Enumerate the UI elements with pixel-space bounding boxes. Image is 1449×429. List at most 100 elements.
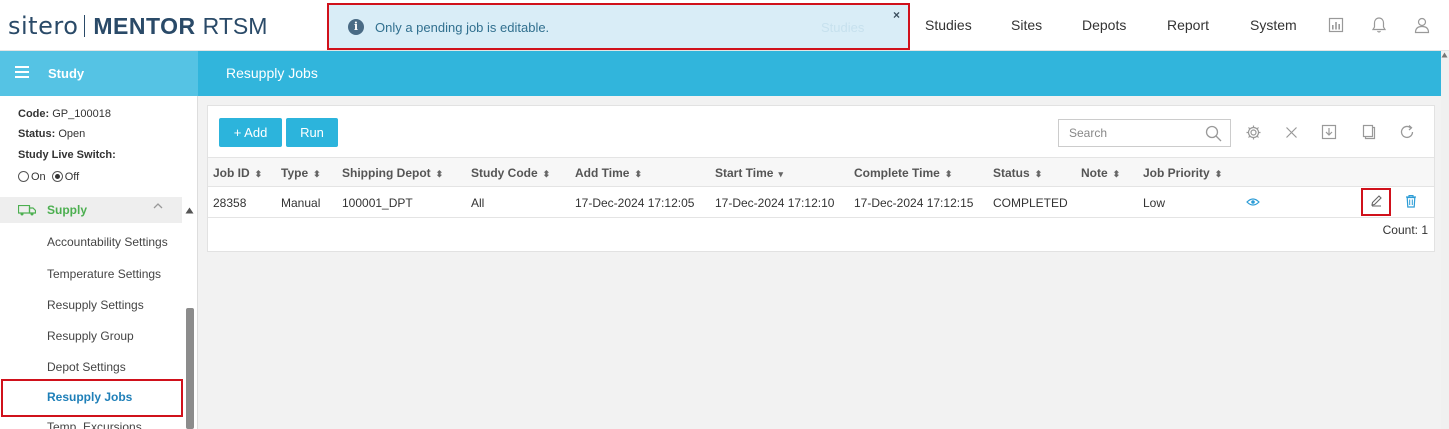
toast-message: Only a pending job is editable. <box>375 20 550 35</box>
sidebar-section-supply[interactable]: Supply <box>0 197 182 223</box>
brand-logo[interactable]: sitero MENTOR RTSM <box>8 12 267 40</box>
cell-job-priority: Low <box>1143 196 1166 210</box>
info-icon: i <box>348 19 364 35</box>
column-header-job-priority[interactable]: Job Priority ⬍ <box>1143 166 1222 180</box>
sort-icon: ⬍ <box>1214 169 1223 179</box>
page-title: Resupply Jobs <box>226 65 318 81</box>
cell-status: COMPLETED <box>993 196 1068 210</box>
scroll-up-arrow-icon[interactable] <box>185 206 194 216</box>
sort-icon: ⬍ <box>1034 169 1043 179</box>
logo-divider <box>84 15 86 37</box>
column-header-shipping-depot[interactable]: Shipping Depot ⬍ <box>342 166 443 180</box>
bell-icon[interactable] <box>1369 15 1389 35</box>
nav-sites[interactable]: Sites <box>1011 17 1042 33</box>
toast-ghost-text: Studies <box>821 20 865 35</box>
sidebar-scrollbar[interactable] <box>186 308 194 429</box>
radio-off-label: Off <box>64 171 80 183</box>
cell-type: Manual <box>281 196 321 210</box>
download-icon[interactable] <box>1320 123 1338 141</box>
sort-icon: ⬍ <box>254 169 263 179</box>
table-row[interactable]: 28358 Manual 100001_DPT All 17-Dec-2024 … <box>208 187 1434 218</box>
toast-close-button[interactable]: × <box>893 8 900 22</box>
search-icon[interactable] <box>1205 125 1222 145</box>
study-code: Code: GP_100018 <box>18 108 111 120</box>
brand-sitero: sitero <box>8 12 79 40</box>
column-header-start-time[interactable]: Start Time ▾ <box>715 166 783 180</box>
add-button[interactable]: + Add <box>219 118 282 147</box>
chevron-up-icon <box>153 202 163 213</box>
cell-complete-time: 17-Dec-2024 17:12:15 <box>854 196 974 210</box>
edit-button[interactable] <box>1361 188 1391 216</box>
search-box <box>1058 119 1231 147</box>
search-input[interactable] <box>1059 120 1199 146</box>
column-header-status[interactable]: Status ⬍ <box>993 166 1042 180</box>
nav-studies[interactable]: Studies <box>925 17 972 33</box>
study-live-switch-label: Study Live Switch: <box>18 149 116 161</box>
brand-mentor: MENTOR <box>93 12 196 39</box>
sort-icon: ⬍ <box>944 169 953 179</box>
cell-start-time: 17-Dec-2024 17:12:10 <box>715 196 835 210</box>
sidebar-item-resupply-group[interactable]: Resupply Group <box>47 329 134 343</box>
nav-depots[interactable]: Depots <box>1082 17 1126 33</box>
supply-label: Supply <box>47 203 88 217</box>
sidebar-item-resupply-settings[interactable]: Resupply Settings <box>47 298 144 312</box>
sort-icon: ⬍ <box>1112 169 1121 179</box>
sort-icon: ⬍ <box>313 169 321 179</box>
cell-job-id: 28358 <box>213 196 247 210</box>
sidebar-item-depot-settings[interactable]: Depot Settings <box>47 360 126 374</box>
column-header-type[interactable]: Type ⬍ <box>281 166 321 180</box>
user-icon[interactable] <box>1412 15 1432 35</box>
table-header: Job ID ⬍ Type ⬍ Shipping Depot ⬍ Study Code… <box>208 157 1434 187</box>
dashboard-icon[interactable] <box>1326 15 1346 35</box>
study-status: Status: Open <box>18 128 85 140</box>
study-status-label: Status: <box>18 128 56 140</box>
column-header-note[interactable]: Note ⬍ <box>1081 166 1120 180</box>
radio-off[interactable] <box>51 171 63 182</box>
toast-body: i Only a pending job is editable. Studie… <box>331 7 906 46</box>
info-toast: i Only a pending job is editable. Studie… <box>327 3 910 50</box>
scroll-up-arrow-icon[interactable] <box>1441 51 1448 60</box>
resupply-jobs-panel: + Add Run Job ID⬍ Type⬍ Shipping Depot⬍ … <box>207 105 1435 252</box>
column-header-job-id[interactable]: Job ID ⬍ <box>213 166 262 180</box>
cell-add-time: 17-Dec-2024 17:12:05 <box>575 196 695 210</box>
page-header-band <box>0 51 1449 96</box>
sidebar-header-label: Study <box>48 66 85 81</box>
column-header-study-code[interactable]: Study Code ⬍ <box>471 166 550 180</box>
pencil-icon <box>1370 194 1383 210</box>
page-scrollbar[interactable] <box>1441 51 1449 429</box>
sort-icon: ⬍ <box>435 169 444 179</box>
radio-on[interactable] <box>18 171 29 182</box>
sidebar-item-temperature-settings[interactable]: Temperature Settings <box>47 267 161 281</box>
column-header-complete-time[interactable]: Complete Time ⬍ <box>854 166 952 180</box>
menu-icon[interactable] <box>15 66 29 78</box>
nav-system[interactable]: System <box>1250 17 1297 33</box>
cell-shipping-depot: 100001_DPT <box>342 196 413 210</box>
sidebar: Code: GP_100018 Status: Open Study Live … <box>0 96 198 429</box>
truck-icon <box>17 204 37 216</box>
refresh-icon[interactable] <box>1398 123 1416 141</box>
live-switch-radios: On Off <box>18 171 79 183</box>
brand-rtsm: RTSM <box>202 12 268 39</box>
sidebar-item-accountability-settings[interactable]: Accountability Settings <box>47 235 168 249</box>
radio-on-label: On <box>31 171 46 183</box>
trash-icon[interactable] <box>1405 194 1417 211</box>
sort-desc-icon: ▾ <box>778 169 783 179</box>
settings-gear-icon[interactable] <box>1244 123 1262 141</box>
run-button[interactable]: Run <box>286 118 338 147</box>
sidebar-item-resupply-jobs[interactable]: Resupply Jobs <box>1 379 183 417</box>
sidebar-item-temp-excursions[interactable]: Temp. Excursions <box>47 420 142 429</box>
column-header-add-time[interactable]: Add Time ⬍ <box>575 166 642 180</box>
sidebar-item-resupply-jobs-label: Resupply Jobs <box>47 390 133 404</box>
clear-x-icon[interactable] <box>1282 123 1300 141</box>
study-status-value: Open <box>58 128 86 140</box>
sort-icon: ⬍ <box>634 169 642 179</box>
copy-icon[interactable] <box>1359 123 1377 141</box>
view-eye-icon[interactable] <box>1246 196 1260 210</box>
row-count: Count: 1 <box>1382 223 1428 237</box>
study-code-value: GP_100018 <box>52 108 111 120</box>
sidebar-header <box>0 51 198 96</box>
cell-study-code: All <box>471 196 485 210</box>
nav-report[interactable]: Report <box>1167 17 1209 33</box>
study-code-label: Code: <box>18 108 50 120</box>
sort-icon: ⬍ <box>542 169 551 179</box>
